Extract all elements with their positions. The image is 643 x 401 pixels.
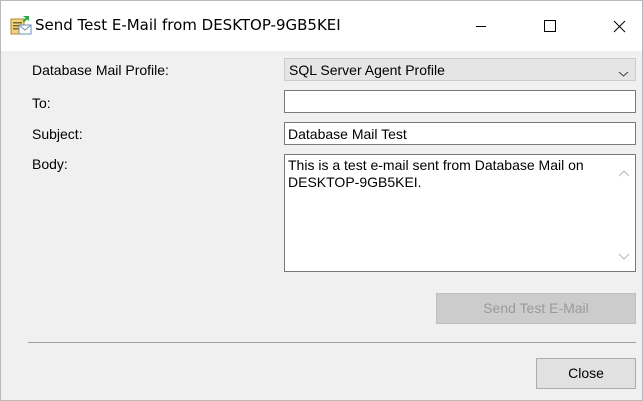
send-test-email-dialog: Send Test E-Mail from DESKTOP-9GB5KEI Da… — [0, 0, 643, 401]
send-mail-app-icon — [10, 16, 32, 36]
subject-label: Subject: — [32, 126, 83, 142]
minimize-button[interactable] — [458, 1, 504, 51]
close-button[interactable]: Close — [536, 358, 636, 389]
maximize-button[interactable] — [527, 1, 573, 51]
maximize-icon — [544, 20, 556, 32]
send-test-email-button[interactable]: Send Test E-Mail — [436, 293, 636, 324]
close-window-button[interactable] — [596, 1, 642, 51]
body-textarea[interactable]: This is a test e-mail sent from Database… — [284, 154, 636, 272]
chevron-up-icon[interactable] — [617, 165, 631, 183]
to-label: To: — [32, 95, 51, 111]
body-scrollbar[interactable] — [614, 155, 635, 271]
profile-select[interactable]: SQL Server Agent Profile — [284, 58, 636, 81]
chevron-down-icon — [618, 65, 629, 83]
body-label: Body: — [32, 156, 68, 172]
to-field[interactable] — [284, 90, 636, 113]
chevron-down-icon[interactable] — [617, 248, 631, 266]
subject-field[interactable] — [284, 122, 636, 145]
window-title: Send Test E-Mail from DESKTOP-9GB5KEI — [35, 16, 341, 34]
close-icon — [613, 20, 626, 33]
title-bar[interactable]: Send Test E-Mail from DESKTOP-9GB5KEI — [1, 1, 642, 51]
profile-selected-value: SQL Server Agent Profile — [289, 62, 445, 78]
body-text: This is a test e-mail sent from Database… — [288, 157, 584, 190]
divider — [28, 342, 636, 343]
profile-label: Database Mail Profile: — [32, 62, 169, 78]
minimize-icon — [476, 26, 486, 27]
